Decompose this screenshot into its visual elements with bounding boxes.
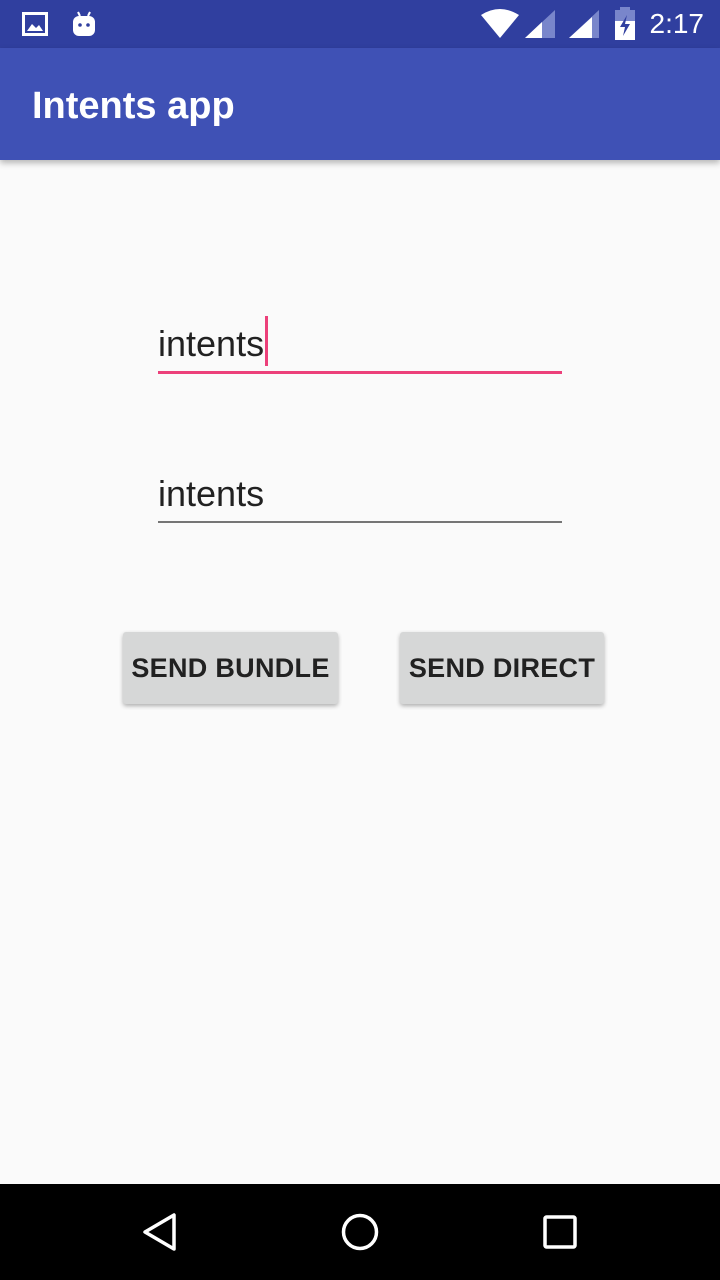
- signal-icon: [568, 0, 600, 48]
- recents-icon[interactable]: [536, 1208, 584, 1256]
- text-field-1-underline: [158, 371, 562, 374]
- back-icon[interactable]: [136, 1208, 184, 1256]
- status-time: 2:17: [649, 8, 705, 39]
- status-bar: 2:17: [0, 0, 720, 48]
- text-cursor: [265, 316, 269, 366]
- text-field-2-underline: [158, 521, 562, 523]
- battery-charging-icon: [614, 0, 636, 48]
- navigation-bar: [0, 1184, 720, 1280]
- image-icon: [22, 0, 48, 48]
- home-icon[interactable]: [336, 1208, 384, 1256]
- signal-icon: [524, 0, 556, 48]
- text-field-2-value: intents: [158, 473, 265, 514]
- text-field-2[interactable]: intents: [158, 462, 562, 524]
- text-field-1-value: intents: [158, 316, 269, 366]
- send-direct-button[interactable]: SEND DIRECT: [400, 632, 604, 704]
- android-icon: [72, 0, 96, 48]
- send-bundle-button[interactable]: SEND BUNDLE: [123, 632, 338, 704]
- text-field-1-text: intents: [158, 323, 265, 364]
- app-bar: Intents app: [0, 48, 720, 160]
- app-title: Intents app: [32, 85, 235, 127]
- text-field-1[interactable]: intents: [158, 312, 562, 374]
- wifi-icon: [480, 0, 520, 48]
